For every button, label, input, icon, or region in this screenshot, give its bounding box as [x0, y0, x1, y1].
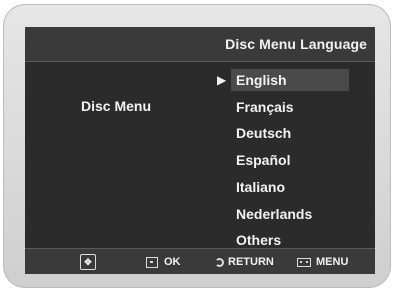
footer-bar: ✥ OK RETURN MENU: [25, 248, 375, 274]
ok-icon: [146, 256, 158, 268]
ok-hint: OK: [146, 254, 181, 270]
language-list: English Français Deutsch Español Italian…: [25, 27, 375, 274]
language-option-italiano[interactable]: Italiano: [231, 176, 349, 198]
return-icon: [215, 257, 224, 267]
language-option-deutsch[interactable]: Deutsch: [231, 122, 349, 144]
return-label: RETURN: [228, 256, 274, 268]
return-hint: RETURN: [215, 254, 274, 270]
language-option-english[interactable]: English: [231, 69, 349, 91]
osd-screen: Disc Menu Language Disc Menu ▶ English F…: [25, 27, 375, 274]
language-option-espanol[interactable]: Español: [231, 149, 349, 171]
ok-label: OK: [164, 256, 181, 268]
dpad-icon: ✥: [80, 254, 96, 270]
navigation-hint: ✥: [80, 254, 96, 270]
language-option-francais[interactable]: Français: [231, 96, 349, 118]
menu-icon: [297, 257, 311, 267]
tv-frame: Disc Menu Language Disc Menu ▶ English F…: [3, 4, 391, 288]
menu-hint: MENU: [297, 254, 348, 270]
language-option-nederlands[interactable]: Nederlands: [231, 203, 349, 225]
menu-label: MENU: [316, 256, 349, 268]
